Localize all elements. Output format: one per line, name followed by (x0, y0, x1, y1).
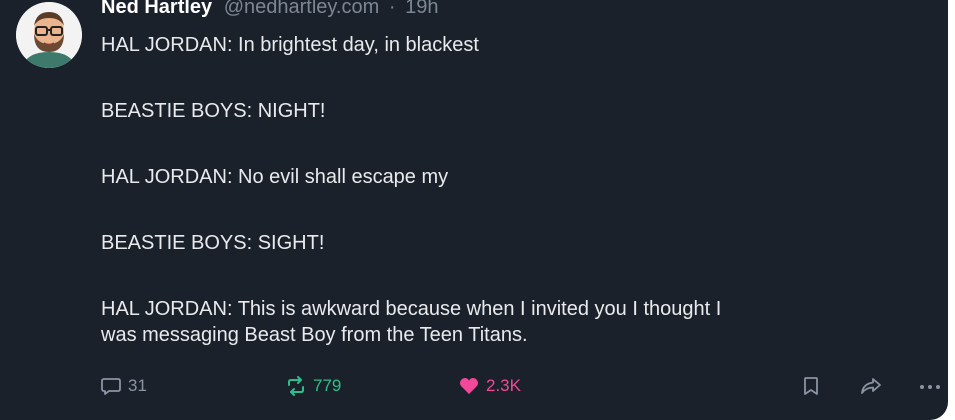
heart-icon (459, 378, 479, 394)
post-line: HAL JORDAN: This is awkward because when… (101, 298, 722, 320)
post-line: HAL JORDAN: In brightest day, in blackes… (101, 34, 479, 56)
separator-dot: · (388, 0, 396, 18)
share-arrow-icon (861, 378, 881, 394)
bookmark-button[interactable] (801, 373, 821, 399)
repost-button[interactable]: 779 (285, 373, 341, 399)
post-body: HAL JORDAN: In brightest day, in blackes… (101, 32, 931, 348)
like-count: 2.3K (486, 376, 521, 395)
more-options-button[interactable] (918, 373, 942, 399)
post-line: was messaging Beast Boy from the Teen Ti… (101, 324, 528, 346)
author-name[interactable]: Ned Hartley (101, 0, 212, 18)
like-button[interactable]: 2.3K (458, 373, 521, 399)
avatar[interactable] (16, 2, 82, 68)
repost-count: 779 (313, 376, 342, 395)
post-time[interactable]: 19h (405, 0, 438, 18)
avatar-illustration (16, 2, 82, 68)
post-header: Ned Hartley @nedhartley.com · 19h (101, 0, 438, 19)
more-dots-icon (920, 385, 940, 389)
reply-button[interactable]: 31 (100, 373, 147, 399)
post-line: BEASTIE BOYS: NIGHT! (101, 100, 326, 122)
post-actions: 31 779 2.3K (100, 373, 945, 399)
post-line: HAL JORDAN: No evil shall escape my (101, 166, 449, 188)
repost-arrows-icon (288, 376, 304, 396)
reply-count: 31 (128, 376, 147, 395)
post-card: Ned Hartley @nedhartley.com · 19h HAL JO… (0, 0, 948, 420)
speech-bubble-icon (101, 378, 121, 395)
author-handle[interactable]: @nedhartley.com (224, 0, 380, 18)
post-line: BEASTIE BOYS: SIGHT! (101, 232, 325, 254)
share-button[interactable] (859, 373, 883, 399)
bookmark-icon (804, 377, 818, 395)
